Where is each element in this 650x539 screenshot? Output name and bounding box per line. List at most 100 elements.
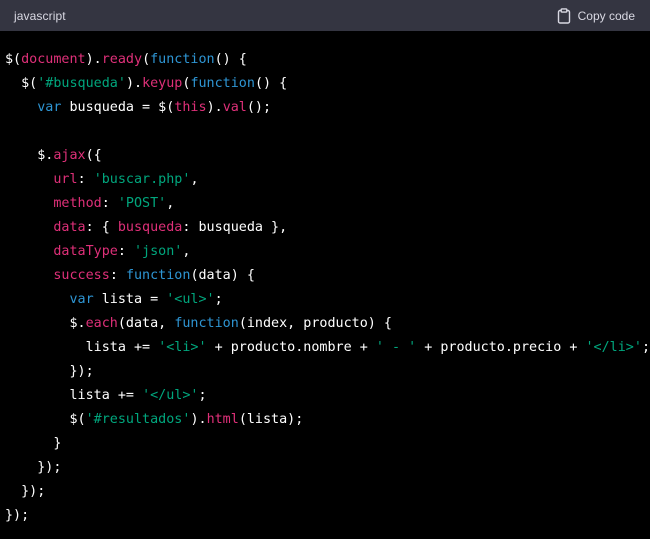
- code-text: :: [77, 172, 94, 187]
- code-text: });: [5, 364, 94, 379]
- code-identifier: url: [53, 172, 78, 187]
- code-text: lista =: [93, 292, 167, 307]
- code-string: ' - ': [375, 340, 417, 355]
- code-string: '#busqueda': [37, 76, 126, 91]
- code-text: :: [109, 268, 126, 283]
- copy-code-label: Copy code: [577, 8, 635, 23]
- code-line: data: { busqueda: busqueda },: [5, 216, 650, 240]
- code-text: (index, producto) {: [238, 316, 392, 331]
- code-block: javascript Copy code $(document).ready(f…: [0, 0, 650, 539]
- code-line: $('#busqueda').keyup(function() {: [5, 72, 650, 96]
- code-identifier: document: [21, 52, 86, 67]
- code-text: :: [101, 196, 118, 211]
- code-text: });: [5, 508, 30, 523]
- code-text: (lista);: [238, 412, 304, 427]
- code-string: 'buscar.php': [93, 172, 191, 187]
- code-identifier: this: [174, 100, 207, 115]
- code-line: method: 'POST',: [5, 192, 650, 216]
- code-string: '<li>': [158, 340, 207, 355]
- code-line: $(document).ready(function() {: [5, 48, 650, 72]
- code-identifier: ready: [101, 52, 143, 67]
- code-line: $.each(data, function(index, producto) {: [5, 312, 650, 336]
- code-line: $('#resultados').html(lista);: [5, 408, 650, 432]
- code-text: });: [5, 460, 62, 475]
- code-string: '#resultados': [85, 412, 191, 427]
- code-text: lista +=: [5, 340, 159, 355]
- code-text: ).: [125, 76, 143, 91]
- code-text: ;: [198, 388, 207, 403]
- code-text: (data) {: [190, 268, 255, 283]
- code-text: ,: [166, 196, 175, 211]
- code-keyword: function: [150, 52, 215, 67]
- code-text: });: [5, 484, 46, 499]
- code-string: '</ul>': [142, 388, 199, 403]
- code-text: ,: [190, 172, 199, 187]
- code-line: url: 'buscar.php',: [5, 168, 650, 192]
- code-block-header: javascript Copy code: [0, 0, 650, 31]
- code-content: $(document).ready(function() { $('#busqu…: [0, 31, 650, 528]
- code-identifier: each: [85, 316, 118, 331]
- code-line: });: [5, 504, 650, 528]
- code-line: dataType: 'json',: [5, 240, 650, 264]
- code-text: }: [5, 436, 62, 451]
- code-identifier: data: [53, 220, 86, 235]
- code-line: lista += '</ul>';: [5, 384, 650, 408]
- code-text: () {: [214, 52, 247, 67]
- code-identifier: val: [222, 100, 247, 115]
- code-text: $(: [5, 412, 86, 427]
- code-text: busqueda = $(: [61, 100, 175, 115]
- code-keyword: var: [69, 292, 94, 307]
- code-keyword: function: [125, 268, 191, 283]
- code-string: 'json': [134, 244, 183, 259]
- code-text: () {: [254, 76, 288, 91]
- code-string: '</li>': [585, 340, 642, 355]
- code-string: 'POST': [117, 196, 167, 211]
- code-text: ;: [641, 340, 650, 355]
- code-text: ;: [214, 292, 223, 307]
- clipboard-icon: [557, 7, 571, 24]
- code-text: $.: [5, 316, 86, 331]
- language-label: javascript: [14, 8, 66, 23]
- code-line: });: [5, 456, 650, 480]
- code-text: $.: [5, 148, 54, 163]
- code-line: }: [5, 432, 650, 456]
- code-text: + producto.nombre +: [206, 340, 376, 355]
- code-line: });: [5, 480, 650, 504]
- code-text: ();: [246, 100, 272, 115]
- code-text: (data,: [117, 316, 175, 331]
- copy-code-button[interactable]: Copy code: [557, 7, 635, 24]
- code-line: $.ajax({: [5, 144, 650, 168]
- code-text: $(: [5, 76, 38, 91]
- code-line: });: [5, 360, 650, 384]
- code-text: : {: [85, 220, 118, 235]
- code-identifier: method: [53, 196, 102, 211]
- code-text: (: [142, 52, 151, 67]
- code-identifier: success: [53, 268, 110, 283]
- code-text: $(: [5, 52, 22, 67]
- code-line: var lista = '<ul>';: [5, 288, 650, 312]
- code-keyword: function: [190, 76, 255, 91]
- code-text: ,: [182, 244, 191, 259]
- code-identifier: keyup: [142, 76, 183, 91]
- code-text: ).: [206, 100, 223, 115]
- code-keyword: function: [174, 316, 239, 331]
- code-text: :: [117, 244, 134, 259]
- code-text: ({: [85, 148, 102, 163]
- code-line: var busqueda = $(this).val();: [5, 96, 650, 120]
- code-line: success: function(data) {: [5, 264, 650, 288]
- code-text: + producto.precio +: [416, 340, 586, 355]
- code-identifier: busqueda: [117, 220, 183, 235]
- code-identifier: ajax: [53, 148, 86, 163]
- code-identifier: dataType: [53, 244, 118, 259]
- code-line: lista += '<li>' + producto.nombre + ' - …: [5, 336, 650, 360]
- code-string: '<ul>': [166, 292, 215, 307]
- code-text: ).: [85, 52, 102, 67]
